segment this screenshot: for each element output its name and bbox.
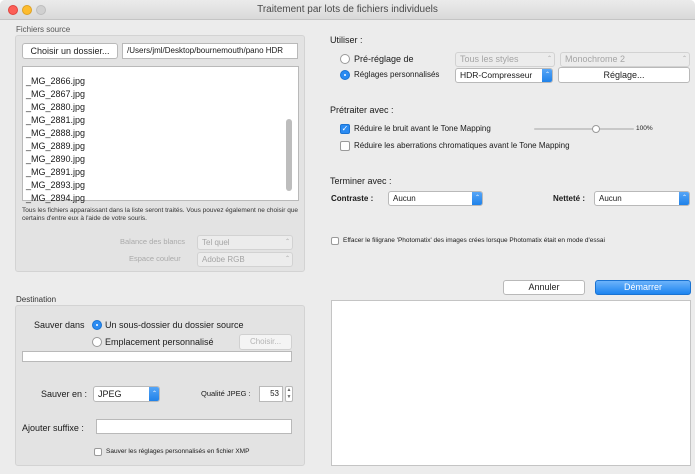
preset-styles-value: Tous les styles	[460, 54, 519, 64]
finish-section-title: Terminer avec :	[330, 176, 392, 186]
file-list-item[interactable]: _MG_2866.jpg	[23, 75, 298, 88]
file-list[interactable]: _MG_2866.jpg _MG_2867.jpg _MG_2880.jpg _MG_…	[22, 66, 299, 203]
chevron-updown-icon: ⌃	[546, 56, 553, 62]
save-as-label: Sauver en :	[41, 389, 88, 399]
suffix-field[interactable]	[96, 419, 292, 434]
contrast-select[interactable]: Aucun ⌃	[388, 191, 483, 206]
color-space-select[interactable]: Adobe RGB ⌃	[197, 252, 293, 267]
chevron-updown-icon: ⌃	[472, 192, 482, 205]
window-title: Traitement par lots de fichiers individu…	[257, 4, 438, 15]
format-select[interactable]: JPEG ⌃	[93, 386, 160, 402]
noise-percent: 100%	[636, 125, 653, 132]
file-list-item[interactable]: _MG_2867.jpg	[23, 88, 298, 101]
preset-value: Monochrome 2	[565, 54, 626, 64]
suffix-label: Ajouter suffixe :	[22, 423, 84, 433]
remove-watermark-checkbox[interactable]	[331, 237, 339, 245]
contrast-value: Aucun	[393, 194, 416, 203]
preset-radio[interactable]	[340, 54, 350, 64]
custom-settings-value: HDR-Compresseur	[460, 70, 533, 80]
white-balance-label: Balance des blancs	[120, 237, 186, 246]
save-xmp-label: Sauver les réglages personnalisés en fic…	[106, 448, 250, 455]
file-list-item[interactable]: _MG_2881.jpg	[23, 114, 298, 127]
file-list-item[interactable]: _MG_2890.jpg	[23, 153, 298, 166]
preprocess-section-title: Prétraiter avec :	[330, 105, 394, 115]
sharpness-value: Aucun	[599, 194, 622, 203]
source-note: Tous les fichiers apparaissant dans la l…	[22, 207, 299, 222]
settings-button[interactable]: Réglage...	[558, 67, 690, 83]
chevron-updown-icon: ⌃	[679, 192, 689, 205]
batch-window: Traitement par lots de fichiers individu…	[0, 0, 695, 474]
sharpness-select[interactable]: Aucun ⌃	[594, 191, 690, 206]
save-in-label: Sauver dans	[34, 320, 85, 330]
remove-watermark-label: Effacer le filigrane 'Photomatix' des im…	[343, 237, 605, 244]
reduce-noise-label: Réduire le bruit avant le Tone Mapping	[354, 124, 491, 133]
file-list-item[interactable]: _MG_2891.jpg	[23, 166, 298, 179]
custom-location-radio[interactable]	[92, 337, 102, 347]
custom-settings-label: Réglages personnalisés	[354, 70, 440, 79]
file-list-item[interactable]: _MG_2888.jpg	[23, 127, 298, 140]
noise-slider-thumb[interactable]	[592, 125, 600, 133]
preset-select[interactable]: Monochrome 2 ⌃	[560, 52, 690, 67]
custom-settings-radio[interactable]	[340, 70, 350, 80]
format-value: JPEG	[98, 389, 122, 399]
chevron-updown-icon: ⌃	[149, 387, 159, 401]
destination-group-title: Destination	[16, 295, 57, 304]
chevron-updown-icon: ⌃	[284, 256, 291, 262]
reduce-noise-checkbox[interactable]: ✓	[340, 124, 350, 134]
subfolder-radio[interactable]	[92, 320, 102, 330]
jpeg-quality-field[interactable]: 53	[259, 386, 283, 402]
save-xmp-checkbox[interactable]	[94, 448, 102, 456]
destination-path-field[interactable]	[22, 351, 292, 362]
chromatic-checkbox[interactable]	[340, 141, 350, 151]
file-list-item[interactable]: _MG_2880.jpg	[23, 101, 298, 114]
choose-folder-button[interactable]: Choisir un dossier...	[22, 43, 118, 59]
choose-destination-button[interactable]: Choisir...	[239, 334, 292, 350]
contrast-label: Contraste :	[331, 194, 374, 203]
cancel-button[interactable]: Annuler	[503, 280, 585, 295]
jpeg-quality-stepper[interactable]: ▲ ▼	[285, 386, 293, 402]
preset-option-label: Pré-réglage de	[354, 54, 414, 64]
title-bar: Traitement par lots de fichiers individu…	[0, 0, 695, 20]
file-list-item[interactable]: _MG_2889.jpg	[23, 140, 298, 153]
source-group-title: Fichiers source	[16, 25, 71, 34]
source-path-field[interactable]: /Users/jml/Desktop/bournemouth/pano HDR	[122, 43, 298, 59]
color-space-value: Adobe RGB	[202, 255, 245, 264]
chevron-updown-icon: ⌃	[542, 69, 552, 82]
subfolder-option-label: Un sous-dossier du dossier source	[105, 320, 244, 330]
file-list-item[interactable]: _MG_2893.jpg	[23, 179, 298, 192]
file-list-scrollbar[interactable]	[286, 119, 292, 191]
noise-slider-track[interactable]	[534, 125, 634, 133]
preset-styles-select[interactable]: Tous les styles ⌃	[455, 52, 555, 67]
chevron-updown-icon: ⌃	[681, 56, 688, 62]
use-section-title: Utiliser :	[330, 35, 363, 45]
log-area[interactable]	[331, 300, 691, 466]
white-balance-value: Tel quel	[202, 238, 230, 247]
chromatic-label: Réduire les aberrations chromatiques ava…	[354, 141, 570, 150]
file-list-item[interactable]: _MG_2894.jpg	[23, 192, 298, 205]
custom-location-label: Emplacement personnalisé	[105, 337, 214, 347]
chevron-updown-icon: ⌃	[284, 239, 291, 245]
custom-settings-select[interactable]: HDR-Compresseur ⌃	[455, 68, 553, 83]
color-space-label: Espace couleur	[129, 254, 181, 263]
start-button[interactable]: Démarrer	[595, 280, 691, 295]
sharpness-label: Netteté :	[553, 194, 586, 203]
white-balance-select[interactable]: Tel quel ⌃	[197, 235, 293, 250]
jpeg-quality-label: Qualité JPEG :	[201, 389, 251, 398]
